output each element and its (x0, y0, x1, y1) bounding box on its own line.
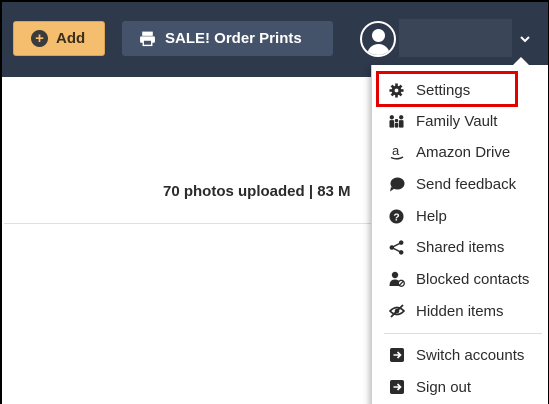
menu-item-hidden-items[interactable]: Hidden items (372, 298, 548, 324)
menu-item-label: Help (416, 207, 447, 225)
menu-item-label: Family Vault (416, 112, 498, 130)
sign-out-icon (388, 379, 405, 396)
menu-item-amazon-drive[interactable]: a Amazon Drive (372, 139, 548, 165)
plus-circle-icon: + (31, 30, 48, 47)
avatar-head-icon (372, 29, 385, 42)
chevron-down-icon[interactable] (518, 32, 532, 46)
account-dropdown-menu: Settings Family Vault a Amazon Drive Sen… (371, 57, 548, 404)
family-icon (388, 113, 405, 130)
avatar[interactable] (360, 21, 396, 57)
menu-item-settings[interactable]: Settings (372, 77, 548, 103)
hidden-eye-icon (388, 303, 405, 320)
menu-item-sign-out[interactable]: Sign out (372, 374, 548, 400)
switch-icon (388, 347, 405, 364)
feedback-icon (388, 176, 405, 193)
menu-item-label: Switch accounts (416, 346, 525, 364)
menu-item-label: Settings (416, 81, 471, 99)
gear-icon (388, 82, 405, 99)
menu-item-shared-items[interactable]: Shared items (372, 234, 548, 260)
add-button-label: Add (56, 30, 86, 47)
menu-item-label: Send feedback (416, 175, 517, 193)
order-prints-label: SALE! Order Prints (165, 30, 302, 47)
menu-item-send-feedback[interactable]: Send feedback (372, 171, 548, 197)
help-icon: ? (388, 208, 405, 225)
menu-item-help[interactable]: ? Help (372, 203, 548, 229)
menu-item-label: Blocked contacts (416, 270, 530, 288)
svg-text:?: ? (393, 212, 399, 223)
share-icon (388, 239, 405, 256)
menu-item-label: Shared items (416, 238, 505, 256)
menu-item-label: Hidden items (416, 302, 504, 320)
menu-item-label: Sign out (416, 378, 472, 396)
dropdown-caret (513, 57, 529, 65)
menu-item-family-vault[interactable]: Family Vault (372, 108, 548, 134)
add-button[interactable]: + Add (13, 21, 105, 56)
menu-item-label: Amazon Drive (416, 143, 511, 161)
print-icon (139, 30, 156, 47)
amazon-icon: a (388, 144, 405, 161)
avatar-body-icon (367, 44, 390, 55)
svg-text:a: a (392, 144, 400, 158)
menu-divider (384, 333, 542, 334)
app-window: + Add SALE! Order Prints 70 photos uploa… (0, 0, 549, 404)
menu-item-blocked-contacts[interactable]: Blocked contacts (372, 266, 548, 292)
menu-item-switch-accounts[interactable]: Switch accounts (372, 342, 548, 368)
blocked-contact-icon (388, 271, 405, 288)
order-prints-button[interactable]: SALE! Order Prints (122, 21, 333, 56)
account-name-redacted[interactable] (399, 19, 512, 57)
